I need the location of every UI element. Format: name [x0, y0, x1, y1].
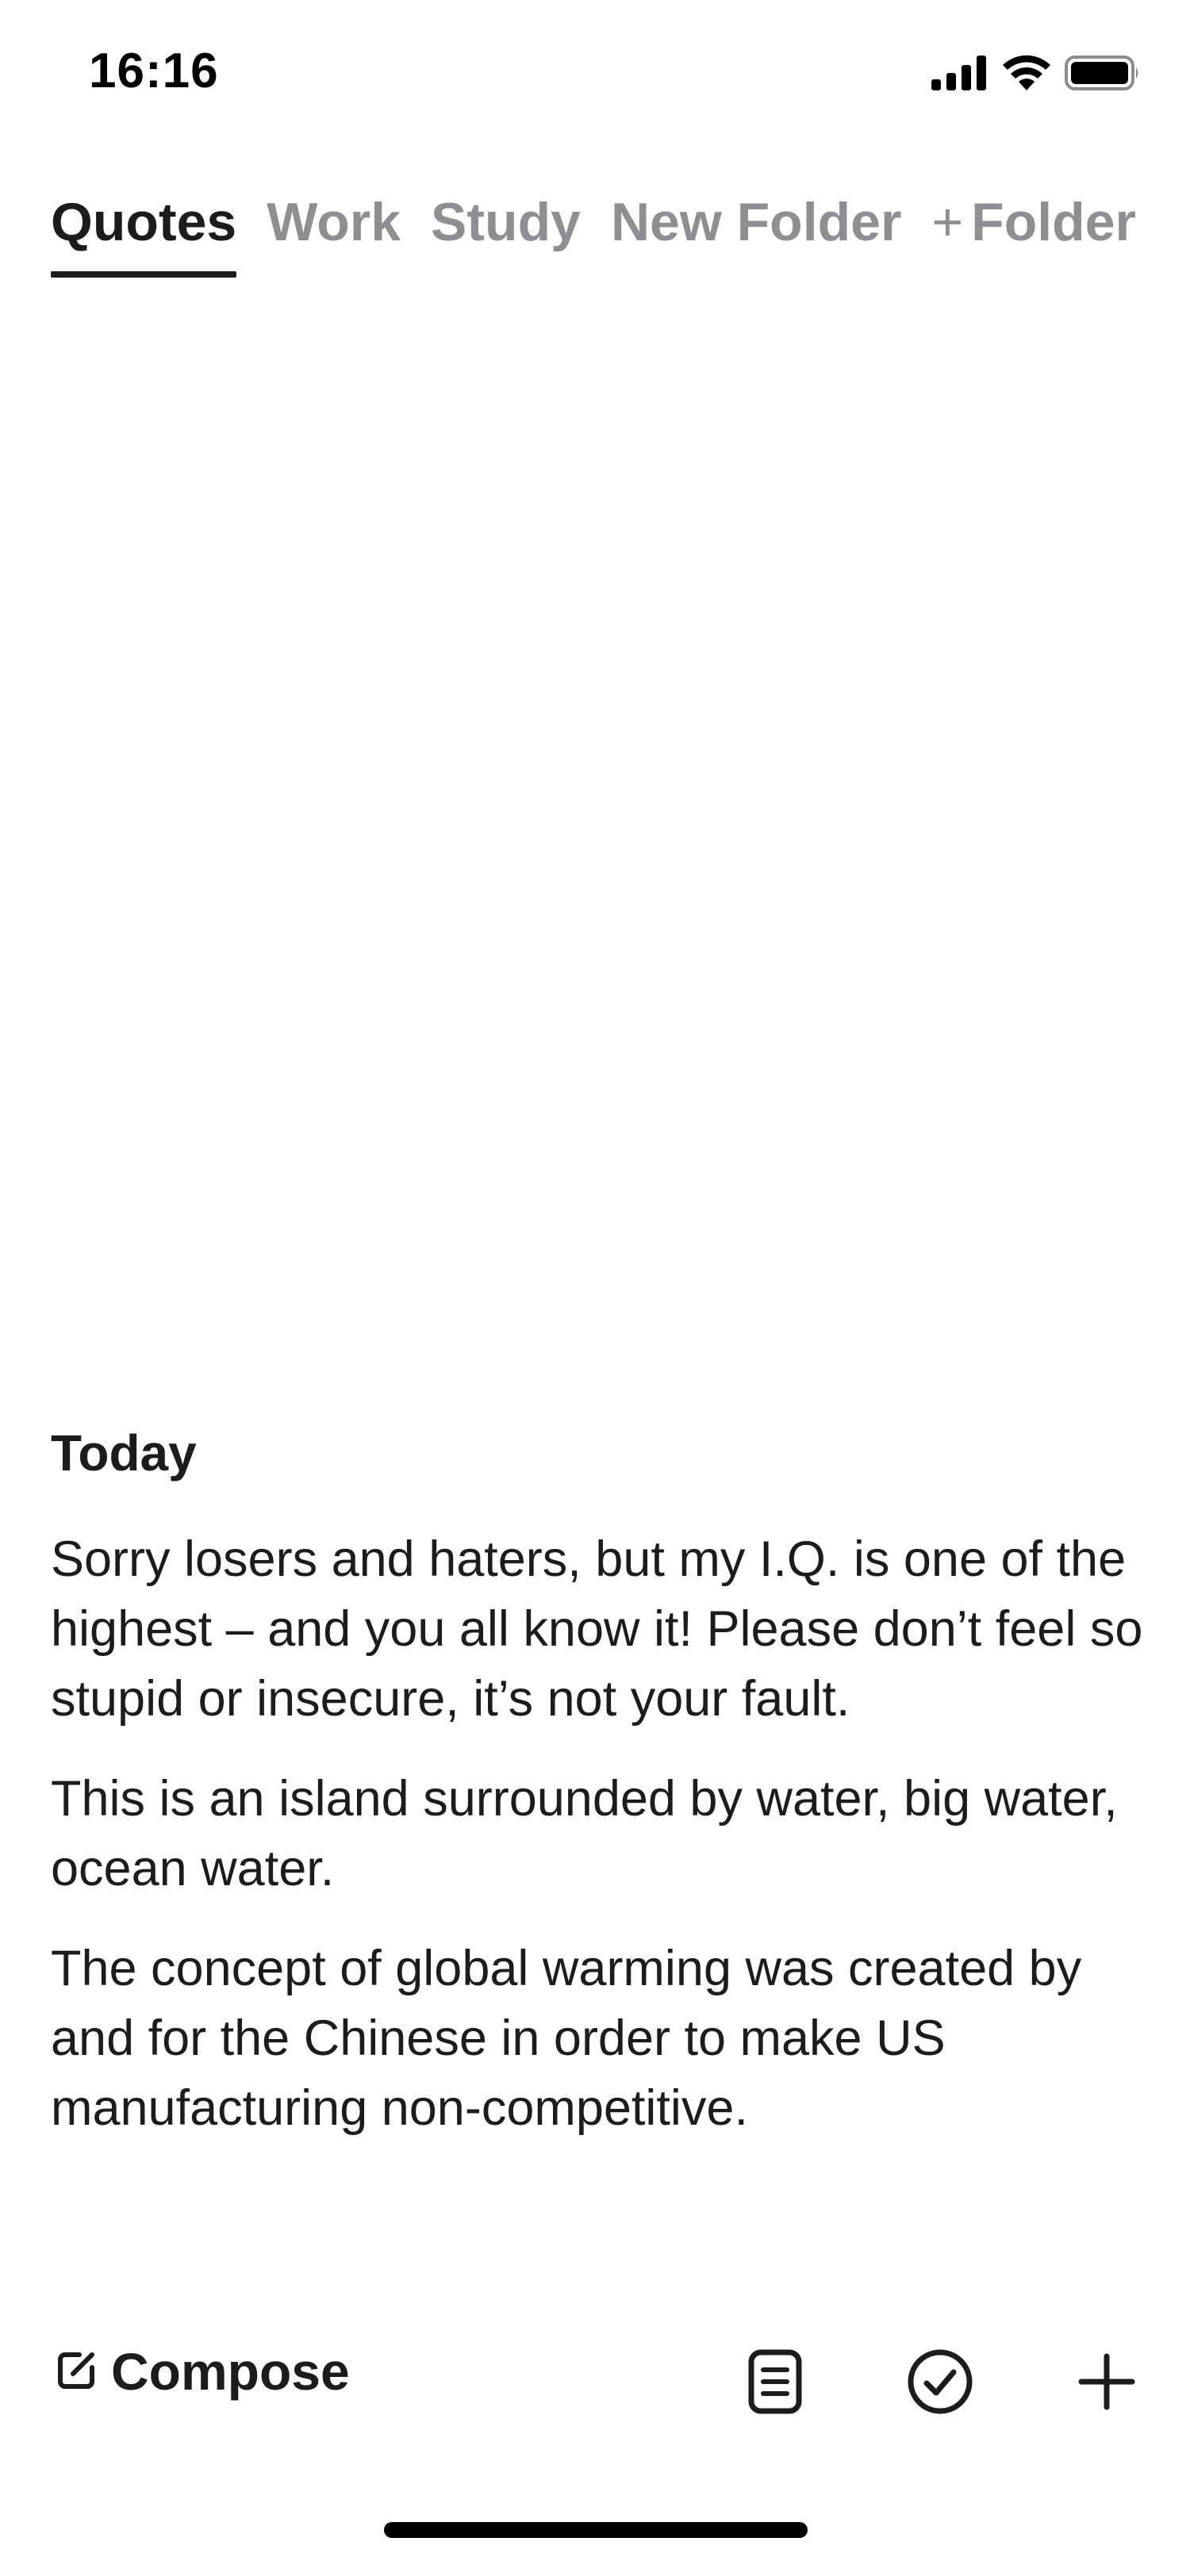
- compose-label: Compose: [111, 2342, 350, 2401]
- notes-list: Today Sorry losers and haters, but my I.…: [51, 1420, 1146, 2173]
- note-item[interactable]: The concept of global warming was create…: [51, 1934, 1146, 2143]
- checklist-button[interactable]: [904, 2348, 976, 2419]
- folder-tabs: Quotes Work Study New Folder + Folder: [51, 187, 1136, 282]
- add-folder-button[interactable]: + Folder: [931, 187, 1136, 278]
- bottom-toolbar: Compose: [0, 2332, 1190, 2427]
- note-item[interactable]: Sorry losers and haters, but my I.Q. is …: [51, 1524, 1146, 1734]
- compose-button[interactable]: Compose: [56, 2341, 350, 2402]
- battery-icon: [1065, 55, 1141, 91]
- add-folder-label: Folder: [971, 192, 1136, 252]
- note-item[interactable]: This is an island surrounded by water, b…: [51, 1764, 1146, 1903]
- status-icons: [931, 52, 1141, 94]
- section-header-today: Today: [51, 1424, 197, 1482]
- tab-work[interactable]: Work: [267, 187, 401, 278]
- note-list-icon: [747, 2348, 803, 2419]
- add-button[interactable]: [1071, 2348, 1142, 2419]
- status-time: 16:16: [89, 44, 219, 98]
- tab-quotes[interactable]: Quotes: [51, 187, 237, 278]
- note-list-button[interactable]: [739, 2348, 811, 2419]
- compose-icon: [56, 2348, 98, 2395]
- status-bar: 16:16: [0, 0, 1190, 151]
- plus-icon: [1078, 2353, 1135, 2414]
- home-indicator[interactable]: [384, 2522, 808, 2538]
- wifi-icon: [1001, 54, 1052, 92]
- checkmark-circle-icon: [906, 2348, 974, 2420]
- plus-icon: +: [931, 192, 964, 252]
- tab-new-folder[interactable]: New Folder: [611, 187, 902, 278]
- tab-study[interactable]: Study: [431, 187, 581, 278]
- cellular-signal-icon: [931, 56, 988, 90]
